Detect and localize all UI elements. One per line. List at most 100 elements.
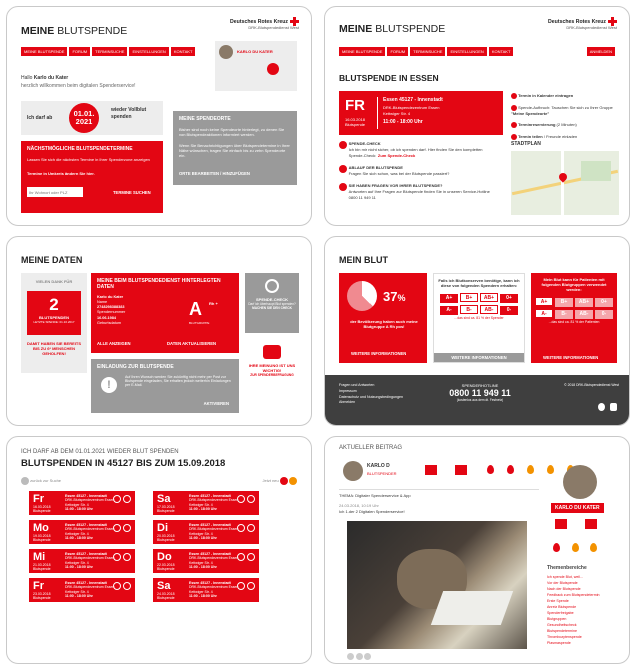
comment-icon[interactable] — [355, 653, 363, 660]
calendar-icon[interactable] — [247, 524, 255, 532]
calendar-icon[interactable] — [123, 553, 131, 561]
hotline-number[interactable]: 0800 11 949 11 — [435, 388, 525, 398]
author-name[interactable]: KARLO D — [367, 463, 390, 469]
nav-forum[interactable]: FORUM — [387, 47, 409, 56]
main-nav: MEINE BLUTSPENDE FORUM TERMINSUCHE EINST… — [21, 47, 196, 56]
more-info-button[interactable]: WEITERE INFORMATIONEN — [543, 355, 598, 360]
blood-group-badge: B- — [555, 310, 573, 319]
my-sites-box: MEINE SPENDEORTE Bisher sind noch keine … — [173, 111, 297, 185]
event-date: 17.03.2018 Blutspende — [157, 505, 175, 513]
topic-link[interactable]: Plasmaspende — [547, 640, 625, 646]
info-icon[interactable] — [113, 524, 121, 532]
info-icon[interactable] — [237, 495, 245, 503]
event-card[interactable]: Di 20.03.2018 Blutspende Essen 45127 - In… — [153, 520, 259, 544]
user-name: KARLO DU KATER — [237, 49, 273, 54]
event-card[interactable]: FR 16.03.2018 Blutspende Essen 45127 - I… — [339, 91, 503, 135]
post-image[interactable] — [347, 521, 527, 649]
nav-meine-blutspende[interactable]: MEINE BLUTSPENDE — [339, 47, 386, 56]
badge-count-icon — [555, 519, 567, 529]
percent-pie-icon — [347, 281, 377, 311]
blood-group-badge: A- — [535, 309, 553, 318]
nav-einstellungen[interactable]: EINSTELLUNGEN — [129, 47, 169, 56]
main-nav: MEINE BLUTSPENDE FORUM TERMINSUCHE EINST… — [339, 47, 514, 56]
question-title[interactable]: SIE HABEN FRAGEN VOR IHRER BLUTSPENDE? — [349, 183, 443, 188]
drop-icon — [527, 465, 534, 474]
event-info: Essen 45127 - Innenstadt DRK-Blutspendeze… — [65, 552, 115, 570]
login-nav: ANMELDEN — [586, 47, 615, 56]
nav-einstellungen[interactable]: EINSTELLUNGEN — [447, 47, 487, 56]
nav-kontakt[interactable]: KONTAKT — [488, 47, 514, 56]
location-action[interactable]: Spende-Aufbruch: Tauschen Sie sich zu Ih… — [511, 105, 621, 116]
event-day: Sa — [157, 580, 171, 592]
event-card[interactable]: Sa 17.03.2018 Blutspende Essen 45127 - In… — [153, 491, 259, 515]
welcome-text: herzlich willkommen beim digitalen Spend… — [21, 83, 136, 89]
thread-title[interactable]: THEMA: Digitaler Spenderservice & App — [339, 493, 411, 498]
event-time: 11:00 - 18:00 Uhr — [383, 119, 423, 125]
nav-terminsuche[interactable]: TERMINSUCHE — [92, 47, 128, 56]
login-button[interactable]: ANMELDEN — [586, 47, 615, 56]
blood-group-badge: A+ — [535, 297, 553, 306]
rss-icon[interactable] — [289, 477, 297, 485]
author-avatar — [343, 461, 363, 481]
info-icon[interactable] — [237, 582, 245, 590]
nav-terminsuche[interactable]: TERMINSUCHE — [410, 47, 446, 56]
nav-forum[interactable]: FORUM — [69, 47, 91, 56]
change-radius-link[interactable]: Termine in Umkreis ändern Sie hier. — [27, 171, 95, 176]
apple-icon[interactable] — [598, 403, 605, 411]
event-card[interactable]: Fr 16.03.2018 Blutspende Essen 45127 - In… — [29, 491, 135, 515]
city-map[interactable] — [511, 151, 619, 215]
donate-to-text: Mein Blut kann für Patienten mit folgend… — [541, 277, 607, 292]
calendar-icon[interactable] — [247, 582, 255, 590]
info-icon[interactable] — [237, 524, 245, 532]
calendar-icon[interactable] — [247, 553, 255, 561]
calendar-icon[interactable] — [123, 582, 131, 590]
event-day: Mo — [33, 522, 49, 534]
share-action[interactable]: Termin teilen / Freunde einladen — [511, 134, 621, 140]
calendar-action[interactable]: Termin in Kalender eintragen — [511, 93, 621, 99]
search-dates-button[interactable]: TERMINE SUCHEN — [113, 190, 151, 195]
opinion-box[interactable]: IHRE MEINUNG IST UNS WICHTIG! ZUR SPENDE… — [245, 341, 299, 401]
event-date: 20.03.2018 Blutspende — [157, 534, 175, 542]
event-card[interactable]: Do 22.03.2018 Blutspende Essen 45127 - In… — [153, 549, 259, 573]
nav-meine-blutspende[interactable]: MEINE BLUTSPENDE — [21, 47, 68, 56]
android-icon[interactable] — [610, 403, 617, 411]
more-info-button[interactable]: WEITERE INFORMATIONEN — [434, 353, 524, 362]
event-card[interactable]: Fr 23.03.2018 Blutspende Essen 45127 - In… — [29, 578, 135, 602]
like-icon[interactable] — [347, 653, 354, 660]
info-icon[interactable] — [113, 582, 121, 590]
reserve-action[interactable]: Terminreservierung (2 Minuten) — [511, 122, 621, 128]
show-all-button[interactable]: ALLE ANZEIGEN — [97, 341, 131, 346]
page-title: MEINE DATEN — [21, 255, 83, 265]
info-icon[interactable] — [113, 495, 121, 503]
check-link[interactable]: Zum Spende-Check — [378, 153, 415, 158]
share-icon[interactable] — [364, 653, 372, 660]
filter-icon[interactable] — [279, 477, 288, 485]
nav-kontakt[interactable]: KONTAKT — [170, 47, 196, 56]
logout-link[interactable]: Abmelden — [339, 400, 403, 406]
process-title[interactable]: ABLAUF DER BLUTSPENDE — [349, 165, 403, 170]
profile-name[interactable]: KARLO DU KATER — [551, 503, 604, 513]
my-sites-text: Bisher sind noch keine Spendeorte hinter… — [179, 127, 285, 137]
page-title: MEINE BLUTSPENDE — [21, 25, 128, 37]
edit-sites-button[interactable]: ORTE BEARBEITEN / HINZUFÜGEN — [179, 171, 250, 176]
arrow-left-icon — [21, 477, 29, 485]
user-box[interactable]: KARLO DU KATER — [215, 41, 297, 91]
event-day: Mi — [33, 551, 46, 563]
info-icon[interactable] — [113, 553, 121, 561]
back-link[interactable]: zurück zur Suche — [21, 477, 61, 485]
activate-button[interactable]: AKTIVIEREN — [204, 401, 229, 406]
blood-group-badge: B+ — [460, 293, 478, 302]
zip-input[interactable] — [27, 187, 83, 197]
calendar-icon[interactable] — [123, 495, 131, 503]
update-data-button[interactable]: DATEN AKTUALISIEREN — [167, 341, 216, 346]
event-title: Essen 45127 - Innenstadt — [383, 97, 443, 103]
event-card[interactable]: Mi 21.03.2018 Blutspende Essen 45127 - In… — [29, 549, 135, 573]
calendar-icon[interactable] — [247, 495, 255, 503]
more-info-button[interactable]: WEITERE INFORMATIONEN — [351, 351, 406, 356]
event-card[interactable]: Mo 19.03.2018 Blutspende Essen 45127 - In… — [29, 520, 135, 544]
spende-check-box[interactable]: SPENDE-CHECK Darf ich überhaupt Blut spe… — [245, 273, 299, 333]
stored-data-box: MEINE BEIM BLUTSPENDEDIENST HINTERLEGTEN… — [91, 273, 239, 353]
event-card[interactable]: Sa 24.03.2018 Blutspende Essen 45127 - In… — [153, 578, 259, 602]
calendar-icon[interactable] — [123, 524, 131, 532]
info-icon[interactable] — [237, 553, 245, 561]
